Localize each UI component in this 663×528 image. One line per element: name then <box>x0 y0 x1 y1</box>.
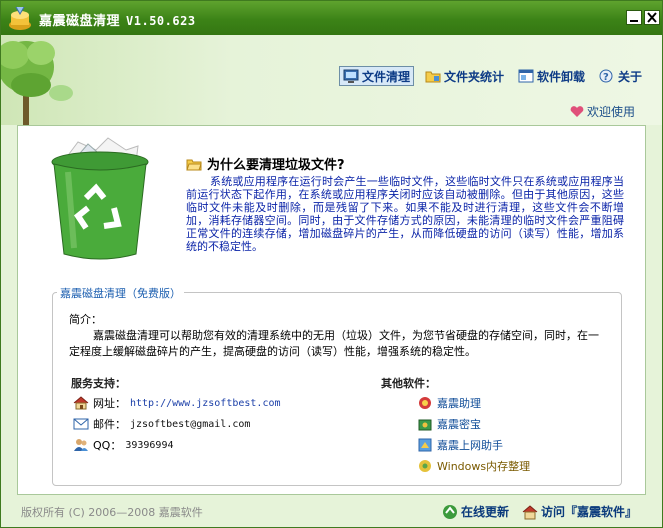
close-icon <box>647 12 657 23</box>
website-label: 网址： <box>93 397 126 410</box>
tab-about[interactable]: ? 关于 <box>596 66 645 86</box>
email-value[interactable]: jzsoftbest@gmail.com <box>130 419 250 430</box>
heart-icon <box>570 105 584 117</box>
intro-text: 嘉震磁盘清理可以帮助您有效的清理系统中的无用（垃圾）文件，为您节省硬盘的存储空间… <box>69 329 599 358</box>
group-legend: 嘉震磁盘清理（免费版） <box>57 285 184 301</box>
welcome-link[interactable]: 欢迎使用 <box>570 103 635 120</box>
software-label: 嘉震助理 <box>437 397 481 410</box>
qq-row: QQ： 39396994 <box>73 437 174 453</box>
home-icon <box>73 396 89 410</box>
recycle-bin-icon <box>51 137 149 260</box>
software-label: Windows内存整理 <box>437 460 531 473</box>
close-button[interactable] <box>644 10 660 25</box>
email-label: 邮件： <box>93 418 126 431</box>
why-heading: 为什么要清理垃圾文件? <box>186 154 345 173</box>
app-window: 嘉震磁盘清理 V1.50.623 文件清理 文件夹统计 软件卸载 ? 关于 欢迎… <box>0 0 663 528</box>
visit-site-button[interactable]: 访问『嘉震软件』 <box>522 503 637 520</box>
title-bar[interactable]: 嘉震磁盘清理 V1.50.623 <box>1 1 662 35</box>
why-description: 系统或应用程序在运行时会产生一些临时文件，这些临时文件只在系统或应用程序当前运行… <box>186 175 624 253</box>
software-item-web-helper[interactable]: 嘉震上网助手 <box>417 437 503 453</box>
service-label: 服务支持： <box>71 377 126 390</box>
main-panel: 为什么要清理垃圾文件? 系统或应用程序在运行时会产生一些临时文件，这些临时文件只… <box>17 125 646 495</box>
minimize-icon <box>630 20 638 22</box>
toolbar: 文件清理 文件夹统计 软件卸载 ? 关于 <box>339 66 645 86</box>
mail-icon <box>73 418 89 430</box>
software-label: 嘉震上网助手 <box>437 439 503 452</box>
software-item-assistant[interactable]: 嘉震助理 <box>417 395 481 411</box>
memory-icon <box>419 460 431 472</box>
tree-decoration <box>1 41 73 125</box>
tab-about-label: 关于 <box>618 69 643 84</box>
software-label: 嘉震密宝 <box>437 418 481 431</box>
help-icon: ? <box>599 69 613 83</box>
folder-open-icon <box>186 159 202 170</box>
welcome-label: 欢迎使用 <box>587 105 636 119</box>
home-icon <box>522 504 538 519</box>
minimize-button[interactable] <box>626 10 642 25</box>
other-software-label: 其他软件： <box>381 377 436 390</box>
tab-folder-stats-label: 文件夹统计 <box>444 69 505 84</box>
info-group: 嘉震磁盘清理（免费版） 简介： 嘉震磁盘清理可以帮助您有效的清理系统中的无用（垃… <box>52 285 622 486</box>
qq-label: QQ： <box>93 439 122 452</box>
tab-file-clean[interactable]: 文件清理 <box>339 66 415 86</box>
why-title: 为什么要清理垃圾文件? <box>207 158 345 173</box>
window-icon <box>518 69 534 83</box>
website-row: 网址： http://www.jzsoftbest.com <box>73 395 281 411</box>
assistant-icon <box>419 397 431 409</box>
vault-icon <box>418 419 432 431</box>
website-link[interactable]: http://www.jzsoftbest.com <box>130 398 281 409</box>
monitor-icon <box>343 69 359 83</box>
users-icon <box>74 439 88 451</box>
tab-file-clean-label: 文件清理 <box>362 69 411 84</box>
update-icon <box>443 504 457 519</box>
app-icon <box>9 6 31 30</box>
tab-uninstall-label: 软件卸载 <box>537 69 586 84</box>
tab-folder-stats[interactable]: 文件夹统计 <box>422 66 507 86</box>
visit-site-label: 访问『嘉震软件』 <box>541 505 638 519</box>
web-helper-icon <box>418 438 432 452</box>
folder-icon <box>425 71 441 83</box>
app-version: V1.50.623 <box>126 14 196 28</box>
copyright: 版权所有 (C) 2006—2008 嘉震软件 <box>21 506 203 519</box>
window-title: 嘉震磁盘清理 V1.50.623 <box>39 10 196 29</box>
qq-value: 39396994 <box>125 439 174 451</box>
tab-uninstall[interactable]: 软件卸载 <box>515 66 588 86</box>
svg-text:?: ? <box>603 72 609 83</box>
app-name: 嘉震磁盘清理 <box>39 14 121 29</box>
software-item-vault[interactable]: 嘉震密宝 <box>417 416 481 432</box>
online-update-label: 在线更新 <box>461 505 510 519</box>
intro-label: 简介： <box>69 313 102 326</box>
online-update-button[interactable]: 在线更新 <box>442 503 509 520</box>
email-row: 邮件： jzsoftbest@gmail.com <box>73 416 250 432</box>
software-item-memory[interactable]: Windows内存整理 <box>417 458 530 474</box>
